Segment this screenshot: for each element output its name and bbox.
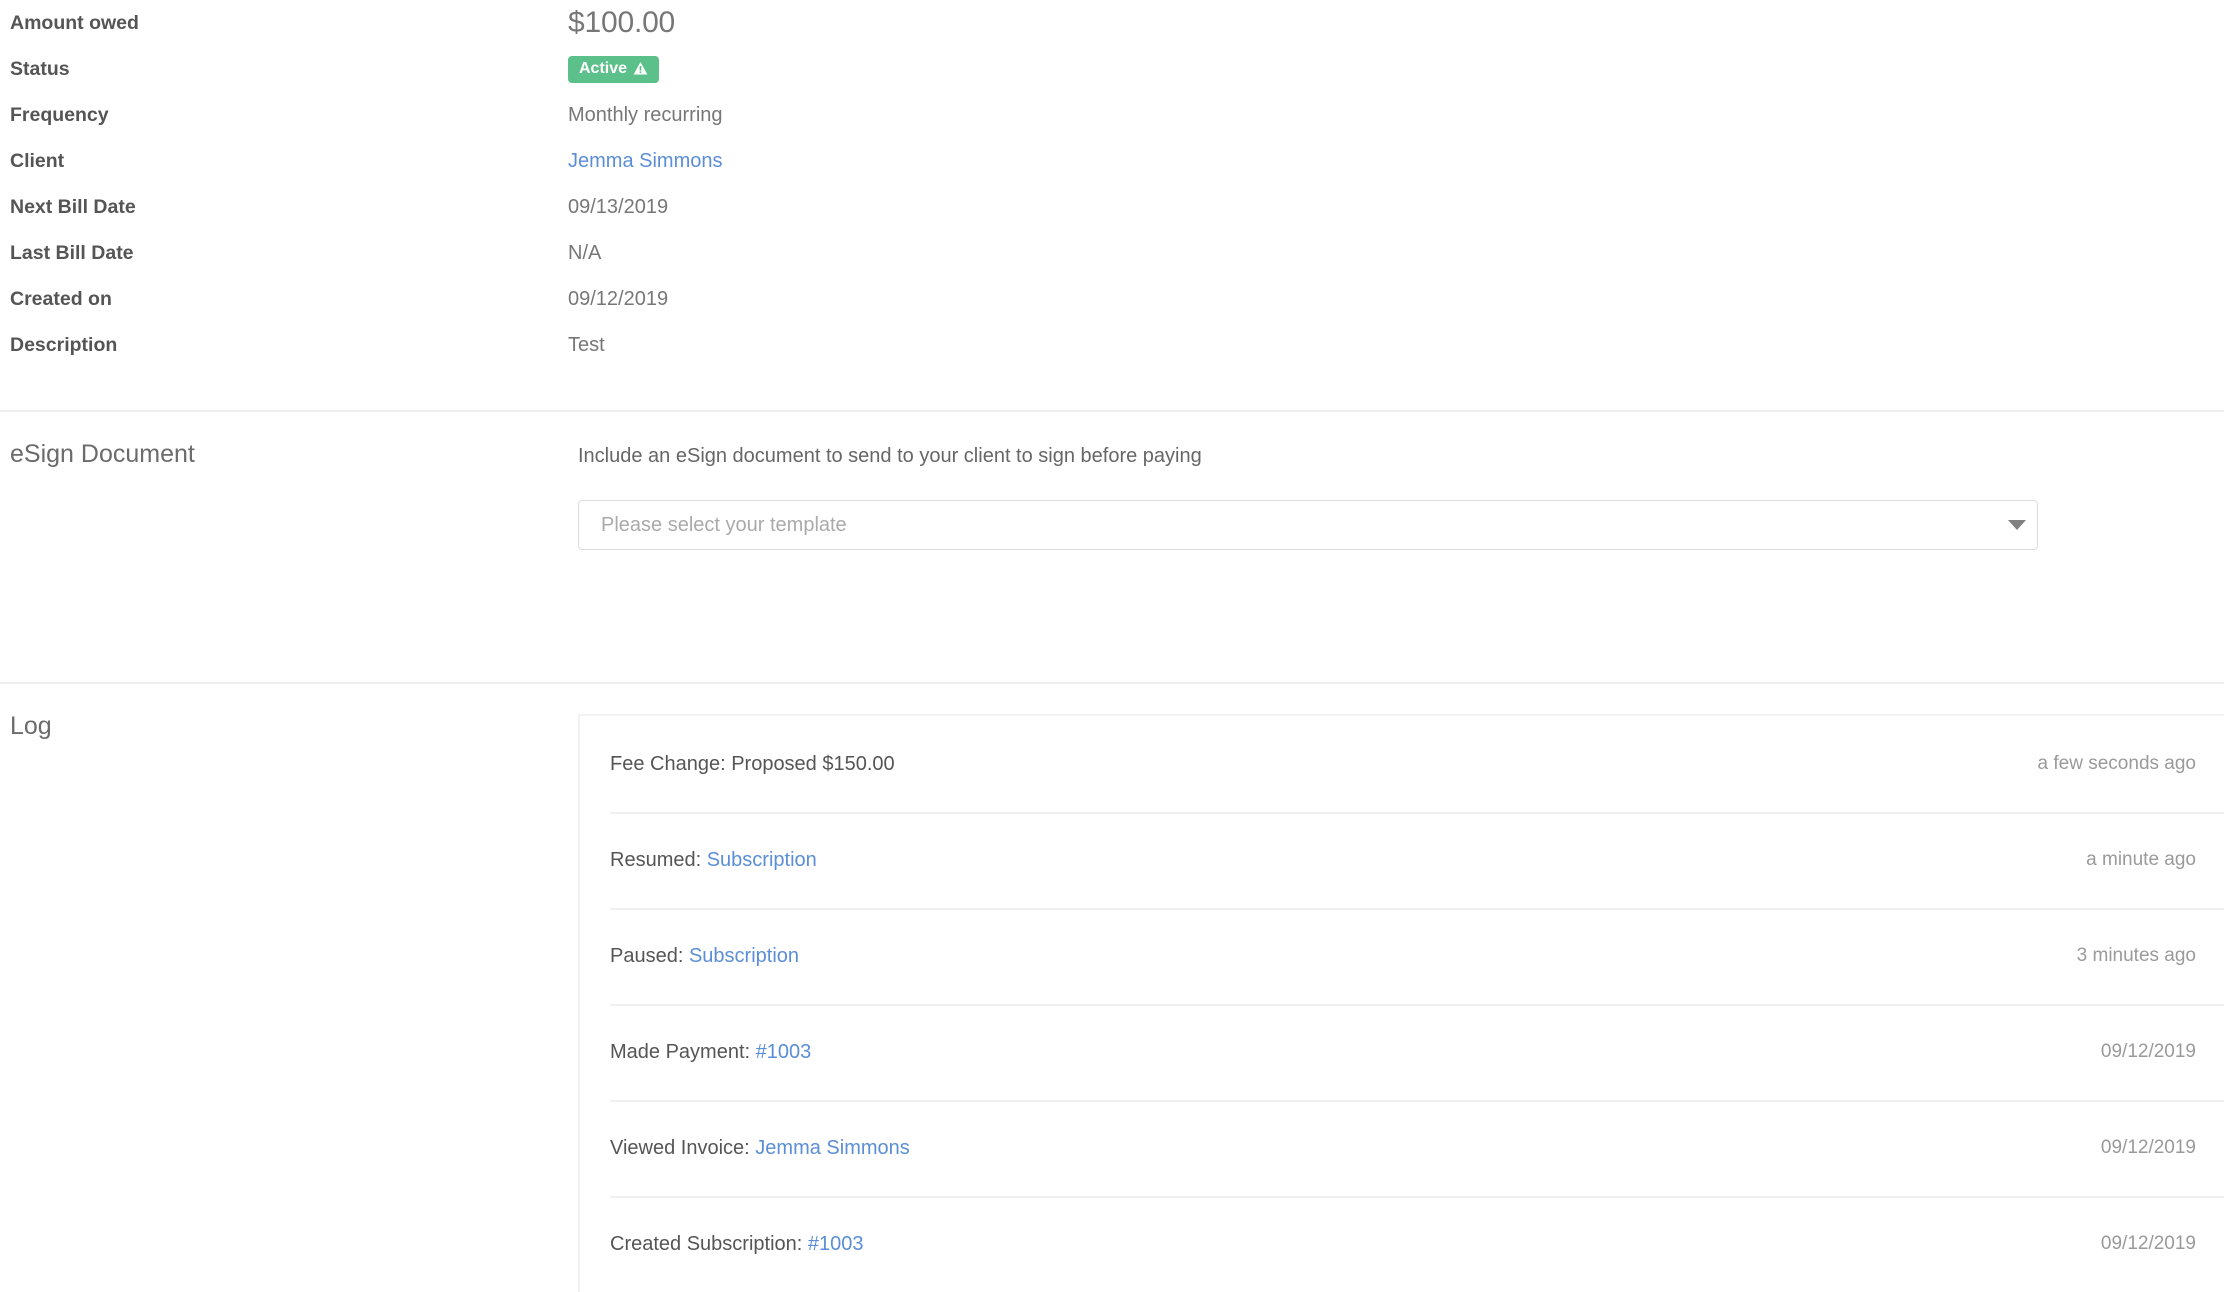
summary-row-value: 09/13/2019: [568, 196, 669, 218]
summary-row: Description Test: [0, 322, 2224, 368]
log-row-prefix: Created Subscription:: [610, 1232, 808, 1255]
log-row-link[interactable]: #1003: [808, 1233, 864, 1255]
summary-row-value: 09/12/2019: [568, 288, 669, 310]
log-row-timestamp: 09/12/2019: [2100, 1137, 2196, 1158]
status-badge: Active: [568, 55, 660, 83]
log-row-prefix: Resumed:: [610, 848, 707, 871]
log-row: Fee Change: Proposed $150.00 a few second…: [580, 716, 2224, 812]
summary-row-label: Created on: [10, 288, 112, 310]
summary-row-label: Status: [10, 58, 70, 80]
log-row-prefix: Made Payment:: [610, 1040, 756, 1063]
log-row-prefix: Viewed Invoice:: [610, 1136, 756, 1159]
log-row-timestamp: 3 minutes ago: [2076, 945, 2196, 966]
log-row-text: Paused: Subscription: [610, 945, 799, 968]
esign-template-select-placeholder: Please select your template: [601, 513, 847, 536]
log-row: Resumed: Subscription a minute ago: [580, 812, 2224, 908]
log-row-text: Made Payment: #1003: [610, 1041, 811, 1064]
summary-row-label: Amount owed: [10, 12, 139, 34]
log-row-timestamp: 09/12/2019: [2100, 1233, 2196, 1254]
esign-template-select[interactable]: Please select your template: [578, 500, 2038, 550]
section-divider-esign: [0, 410, 2224, 412]
summary-row: Frequency Monthly recurring: [0, 92, 2224, 138]
log-row-link[interactable]: Jemma Simmons: [755, 1137, 909, 1159]
log-list: Fee Change: Proposed $150.00 a few second…: [578, 714, 2224, 1292]
summary-row: Client Jemma Simmons: [0, 138, 2224, 184]
subscription-detail-page: Amount owed $100.00 Status Active Frequency M…: [0, 0, 2224, 1292]
log-row-text: Resumed: Subscription: [610, 849, 817, 872]
log-row-link[interactable]: #1003: [756, 1041, 812, 1063]
log-row: Created Subscription: #1003 09/12/2019: [580, 1196, 2224, 1292]
summary-row-label: Frequency: [10, 104, 109, 126]
log-row-text: Created Subscription: #1003: [610, 1233, 864, 1256]
summary-row-label: Last Bill Date: [10, 242, 134, 264]
log-row-timestamp: a few seconds ago: [2037, 753, 2196, 774]
summary-row-label: Next Bill Date: [10, 196, 136, 218]
log-row-text: Viewed Invoice: Jemma Simmons: [610, 1137, 910, 1160]
log-row-timestamp: a minute ago: [2086, 849, 2196, 870]
summary-row-label: Client: [10, 150, 65, 172]
esign-section-title: eSign Document: [10, 440, 195, 468]
summary-row: Status Active: [0, 46, 2224, 92]
esign-section-description: Include an eSign document to send to you…: [578, 445, 1202, 467]
summary-row: Created on 09/12/2019: [0, 276, 2224, 322]
log-row-text: Fee Change: Proposed $150.00: [610, 753, 895, 776]
summary-row: Last Bill Date N/A: [0, 230, 2224, 276]
summary-field-list: Amount owed $100.00 Status Active Frequency M…: [0, 0, 2224, 368]
log-row-link[interactable]: Subscription: [707, 849, 817, 871]
warning-triangle-icon: [633, 61, 648, 76]
section-divider-log: [0, 682, 2224, 684]
summary-row: Next Bill Date 09/13/2019: [0, 184, 2224, 230]
log-row-prefix: Fee Change: Proposed $150.00: [610, 752, 895, 775]
summary-row-link[interactable]: Jemma Simmons: [568, 138, 722, 184]
chevron-down-icon: [1997, 520, 2037, 530]
log-row: Viewed Invoice: Jemma Simmons 09/12/2019: [580, 1100, 2224, 1196]
log-row-link[interactable]: Subscription: [689, 945, 799, 967]
log-section-title: Log: [10, 712, 52, 740]
log-row-prefix: Paused:: [610, 944, 689, 967]
summary-row-value: Test: [568, 334, 605, 356]
log-row-timestamp: 09/12/2019: [2100, 1041, 2196, 1062]
summary-row: Amount owed $100.00: [0, 0, 2224, 46]
status-badge-label: Active: [579, 59, 628, 77]
log-row: Paused: Subscription 3 minutes ago: [580, 908, 2224, 1004]
log-row: Made Payment: #1003 09/12/2019: [580, 1004, 2224, 1100]
summary-row-value: Monthly recurring: [568, 104, 723, 126]
summary-row-value: $100.00: [568, 6, 676, 39]
summary-row-value: N/A: [568, 242, 602, 264]
summary-row-label: Description: [10, 334, 118, 356]
